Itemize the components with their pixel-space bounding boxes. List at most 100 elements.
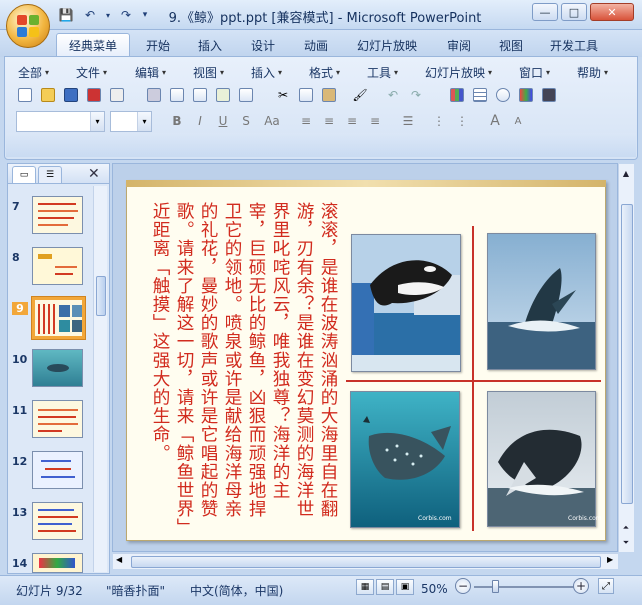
underline-button[interactable]: U	[212, 111, 234, 131]
scroll-up-icon[interactable]: ▲	[620, 166, 632, 180]
menu-edit[interactable]: 编辑 ▾	[135, 62, 166, 82]
font-size-combobox[interactable]: ▾	[110, 111, 152, 132]
zoom-in-button[interactable]: +	[573, 578, 589, 594]
language-indicator[interactable]: 中文(简体，中国)	[190, 582, 283, 599]
slide-thumbnail[interactable]	[32, 349, 83, 387]
slides-tab-icon[interactable]: ▭	[12, 166, 36, 183]
tab-slideshow[interactable]: 幻灯片放映	[345, 33, 429, 57]
tab-developer[interactable]: 开发工具	[538, 33, 610, 57]
cut-icon[interactable]: ✂	[272, 85, 294, 105]
chart-icon[interactable]	[446, 85, 468, 105]
line-spacing-icon[interactable]: ☰	[397, 111, 419, 131]
tab-classic-menu[interactable]: 经典菜单	[56, 33, 131, 57]
align-left-icon[interactable]: ≡	[295, 111, 317, 131]
format-painter-icon[interactable]: 🖌	[349, 85, 371, 105]
slide-thumbnail[interactable]	[32, 502, 83, 540]
next-slide-icon[interactable]: ⏷	[620, 536, 632, 550]
whale-shark-photo[interactable]	[350, 391, 460, 528]
paste-icon[interactable]	[318, 85, 340, 105]
print-preview-icon[interactable]	[166, 85, 188, 105]
vertical-scrollbar[interactable]	[618, 164, 634, 552]
save-icon[interactable]	[60, 85, 82, 105]
redo-icon[interactable]: ↷	[116, 6, 136, 24]
menu-file[interactable]: 文件 ▾	[76, 62, 107, 82]
align-center-icon[interactable]: ≡	[318, 111, 340, 131]
zoom-out-button[interactable]: −	[455, 578, 471, 594]
close-button[interactable]: ✕	[590, 3, 634, 21]
fit-to-window-icon[interactable]: ⤢	[598, 578, 614, 594]
open-icon[interactable]	[37, 85, 59, 105]
undo-icon[interactable]: ↶	[382, 85, 404, 105]
minimize-button[interactable]: —	[532, 3, 558, 21]
scroll-right-icon[interactable]: ▶	[607, 555, 613, 564]
horizontal-scrollbar[interactable]	[113, 553, 618, 569]
redo-icon[interactable]: ↷	[405, 85, 427, 105]
change-case-button[interactable]: Aa	[258, 111, 286, 131]
bold-button[interactable]: B	[166, 111, 188, 131]
slideshow-view-icon[interactable]: ▣	[396, 579, 414, 595]
hyperlink-icon[interactable]	[492, 85, 514, 105]
outline-tab-icon[interactable]: ☰	[38, 166, 62, 183]
close-pane-icon[interactable]: ✕	[88, 166, 100, 182]
office-button[interactable]	[6, 4, 50, 48]
scroll-left-icon[interactable]: ◀	[116, 555, 122, 564]
permission-icon[interactable]	[83, 85, 105, 105]
numbering-icon[interactable]: ⋮	[428, 111, 450, 131]
save-icon[interactable]: 💾	[56, 6, 76, 24]
undo-icon[interactable]: ↶	[80, 6, 100, 24]
slide-thumbnail[interactable]	[32, 553, 83, 573]
menu-help[interactable]: 帮助 ▾	[577, 62, 608, 82]
justify-icon[interactable]: ≡	[364, 111, 386, 131]
orca-photo[interactable]	[351, 234, 461, 372]
slide-thumbnail[interactable]	[32, 400, 83, 438]
align-right-icon[interactable]: ≡	[341, 111, 363, 131]
shrink-font-button[interactable]: A	[507, 111, 529, 131]
undo-dropdown-icon[interactable]: ▾	[104, 6, 112, 24]
font-name-combobox[interactable]: ▾	[16, 111, 105, 132]
research-icon[interactable]	[189, 85, 211, 105]
table-icon[interactable]	[469, 85, 491, 105]
copy-icon[interactable]	[295, 85, 317, 105]
tab-design[interactable]: 设计	[239, 33, 287, 57]
menu-view[interactable]: 视图 ▾	[193, 62, 224, 82]
maximize-button[interactable]: □	[561, 3, 587, 21]
menu-tools[interactable]: 工具 ▾	[367, 62, 398, 82]
customize-qat-icon[interactable]: ▾	[140, 6, 150, 24]
slide-thumbnail-selected[interactable]	[32, 297, 85, 339]
thesaurus-icon[interactable]	[235, 85, 257, 105]
thumb-number: 8	[12, 251, 20, 264]
zoom-slider-track[interactable]	[474, 586, 574, 588]
humpback-whale-photo[interactable]	[487, 391, 596, 527]
tab-view[interactable]: 视图	[487, 33, 535, 57]
menu-slideshow[interactable]: 幻灯片放映 ▾	[425, 62, 492, 82]
italic-button[interactable]: I	[189, 111, 211, 131]
tab-review[interactable]: 审阅	[435, 33, 483, 57]
new-icon[interactable]	[14, 85, 36, 105]
slide-sorter-icon[interactable]: ▤	[376, 579, 394, 595]
slide-thumbnail[interactable]	[32, 451, 83, 489]
tab-insert[interactable]: 插入	[186, 33, 234, 57]
menu-all[interactable]: 全部 ▾	[18, 62, 49, 82]
menu-format[interactable]: 格式 ▾	[309, 62, 340, 82]
shadow-button[interactable]: S	[235, 111, 257, 131]
menu-window[interactable]: 窗口 ▾	[519, 62, 550, 82]
slide-thumbnail[interactable]	[32, 196, 83, 234]
layout-icon[interactable]	[538, 85, 560, 105]
menu-insert[interactable]: 插入 ▾	[251, 62, 282, 82]
previous-slide-icon[interactable]: ⏶	[620, 521, 632, 535]
thumbnail-scrollbar[interactable]	[93, 186, 107, 572]
zoom-slider-thumb[interactable]	[492, 580, 499, 593]
slide-thumbnail[interactable]	[32, 247, 83, 285]
tab-animation[interactable]: 动画	[292, 33, 340, 57]
zoom-level[interactable]: 50%	[421, 582, 448, 596]
bullets-icon[interactable]: ⋮	[451, 111, 473, 131]
color-grayscale-icon[interactable]	[515, 85, 537, 105]
print-icon[interactable]	[143, 85, 165, 105]
tab-home[interactable]: 开始	[134, 33, 182, 57]
grow-font-button[interactable]: A	[484, 111, 506, 131]
email-icon[interactable]	[106, 85, 128, 105]
spelling-icon[interactable]	[212, 85, 234, 105]
breaching-whale-photo[interactable]	[487, 233, 596, 370]
slide-body-text[interactable]: 滚滚，是谁在波涛汹涌的大海里自在翻游，刃有余？是谁在变幻莫测的海洋世界里叱咤风云…	[134, 202, 340, 532]
normal-view-icon[interactable]: ▦	[356, 579, 374, 595]
